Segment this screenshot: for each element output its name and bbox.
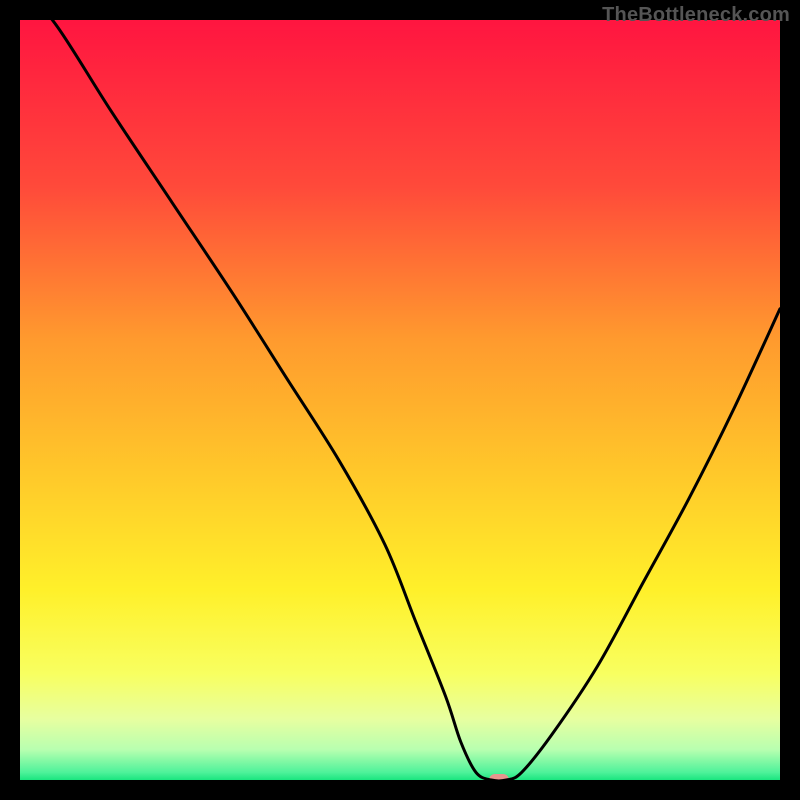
bottleneck-curve: [20, 20, 780, 780]
plot-area: [20, 20, 780, 780]
watermark-text: TheBottleneck.com: [602, 4, 790, 27]
chart-container: TheBottleneck.com: [0, 0, 800, 800]
curve-svg: [20, 20, 780, 780]
